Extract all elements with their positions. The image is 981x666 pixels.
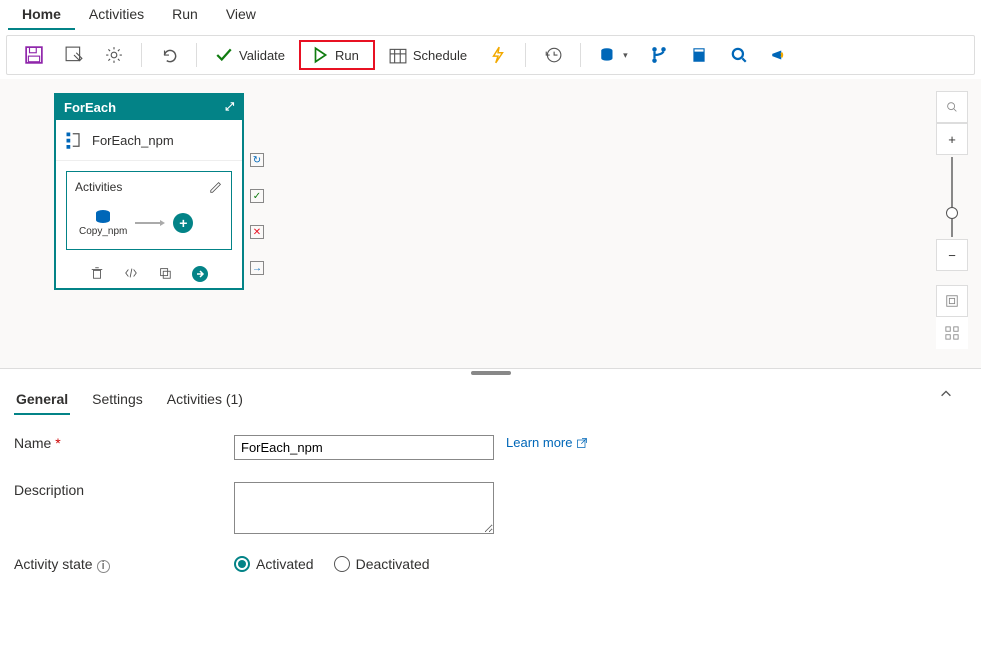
panel-tab-activities[interactable]: Activities (1)	[165, 387, 245, 415]
schedule-label: Schedule	[413, 48, 467, 63]
separator	[525, 43, 526, 67]
foreach-name-text: ForEach_npm	[92, 133, 174, 148]
activity-state-radios: Activated Deactivated	[234, 556, 430, 572]
toolbar: Validate Run Schedule ▾	[6, 35, 975, 75]
connector-skip-icon[interactable]: →	[250, 261, 264, 275]
separator	[196, 43, 197, 67]
book-button[interactable]	[682, 40, 716, 70]
zoom-handle[interactable]	[946, 207, 958, 219]
clone-icon[interactable]	[158, 266, 172, 280]
run-label: Run	[335, 48, 359, 63]
tab-view[interactable]: View	[212, 0, 270, 30]
connector-fail-icon[interactable]: ✕	[250, 225, 264, 239]
separator	[141, 43, 142, 67]
branch-icon	[650, 46, 668, 64]
learn-more-link[interactable]: Learn more	[506, 435, 588, 450]
description-label: Description	[14, 482, 234, 498]
name-input[interactable]	[234, 435, 494, 460]
connector-tools: ↻ ✓ ✕ →	[250, 153, 264, 275]
save-as-button[interactable]	[57, 40, 91, 70]
validate-label: Validate	[239, 48, 285, 63]
save-icon	[25, 46, 43, 64]
history-icon	[544, 46, 562, 64]
expand-icon[interactable]: ⤢	[225, 101, 234, 114]
tab-home[interactable]: Home	[8, 0, 75, 30]
name-label: Name *	[14, 435, 234, 451]
run-button[interactable]: Run	[299, 40, 375, 70]
activity-state-label: Activity statei	[14, 556, 234, 573]
foreach-activities-box[interactable]: Activities Copy_npm +	[66, 171, 232, 250]
announce-button[interactable]	[762, 40, 796, 70]
zoom-controls: + −	[935, 91, 969, 349]
calendar-icon	[389, 46, 407, 64]
zoom-in-button[interactable]: +	[936, 123, 968, 155]
pipeline-canvas[interactable]: ForEach ⤢ ForEach_npm Activities Copy_np…	[0, 79, 981, 369]
copy-icon	[93, 208, 113, 226]
connector-loop-icon[interactable]: ↻	[250, 153, 264, 167]
gear-icon	[105, 46, 123, 64]
search-button[interactable]	[722, 40, 756, 70]
info-icon[interactable]: i	[97, 560, 110, 573]
radio-deactivated[interactable]: Deactivated	[334, 556, 430, 572]
general-form: Name * Learn more Description Activity s…	[0, 415, 981, 615]
undo-button[interactable]	[152, 40, 186, 70]
pencil-icon[interactable]	[209, 180, 223, 194]
panel-tab-settings[interactable]: Settings	[90, 387, 145, 415]
zoom-out-button[interactable]: −	[936, 239, 968, 271]
panel-resize-handle[interactable]	[471, 371, 511, 375]
find-button[interactable]	[936, 91, 968, 123]
go-icon[interactable]	[192, 266, 208, 282]
flow-arrow	[135, 218, 165, 228]
foreach-icon	[64, 130, 84, 150]
foreach-name-row: ForEach_npm	[56, 120, 242, 161]
validate-button[interactable]: Validate	[207, 40, 293, 70]
foreach-activity-card[interactable]: ForEach ⤢ ForEach_npm Activities Copy_np…	[54, 93, 244, 290]
schedule-button[interactable]: Schedule	[381, 40, 475, 70]
chevron-up-icon	[939, 387, 953, 401]
megaphone-icon	[770, 46, 788, 64]
card-footer	[56, 260, 242, 288]
settings-button[interactable]	[97, 40, 131, 70]
inner-flow: Copy_npm +	[75, 208, 223, 237]
fit-button[interactable]	[936, 285, 968, 317]
external-link-icon	[576, 437, 588, 449]
separator	[580, 43, 581, 67]
description-input[interactable]	[234, 482, 494, 534]
panel-tabs: General Settings Activities (1)	[0, 377, 981, 415]
foreach-header: ForEach ⤢	[56, 95, 242, 120]
trigger-button[interactable]	[481, 40, 515, 70]
database-icon	[599, 46, 617, 64]
panel-tab-general[interactable]: General	[14, 387, 70, 415]
radio-activated[interactable]: Activated	[234, 556, 314, 572]
play-icon	[311, 46, 329, 64]
activities-label: Activities	[75, 180, 122, 194]
book-icon	[690, 46, 708, 64]
save-as-icon	[65, 46, 83, 64]
lightning-icon	[489, 46, 507, 64]
history-button[interactable]	[536, 40, 570, 70]
zoom-slider[interactable]	[951, 157, 953, 237]
panel-collapse-button[interactable]	[939, 387, 967, 415]
branch-button[interactable]	[642, 40, 676, 70]
copy-label: Copy_npm	[79, 226, 127, 237]
add-activity-button[interactable]: +	[173, 213, 193, 233]
tab-activities[interactable]: Activities	[75, 0, 158, 30]
layout-button[interactable]	[936, 317, 968, 349]
trash-icon[interactable]	[90, 266, 104, 280]
check-icon	[215, 46, 233, 64]
ribbon-tabs: Home Activities Run View	[0, 0, 981, 31]
code-icon[interactable]	[124, 266, 138, 280]
connector-success-icon[interactable]: ✓	[250, 189, 264, 203]
copy-activity[interactable]: Copy_npm	[79, 208, 127, 237]
search-icon	[730, 46, 748, 64]
data-button[interactable]: ▾	[591, 40, 636, 70]
undo-icon	[160, 46, 178, 64]
tab-run[interactable]: Run	[158, 0, 212, 30]
save-button[interactable]	[17, 40, 51, 70]
foreach-title: ForEach	[64, 100, 116, 115]
